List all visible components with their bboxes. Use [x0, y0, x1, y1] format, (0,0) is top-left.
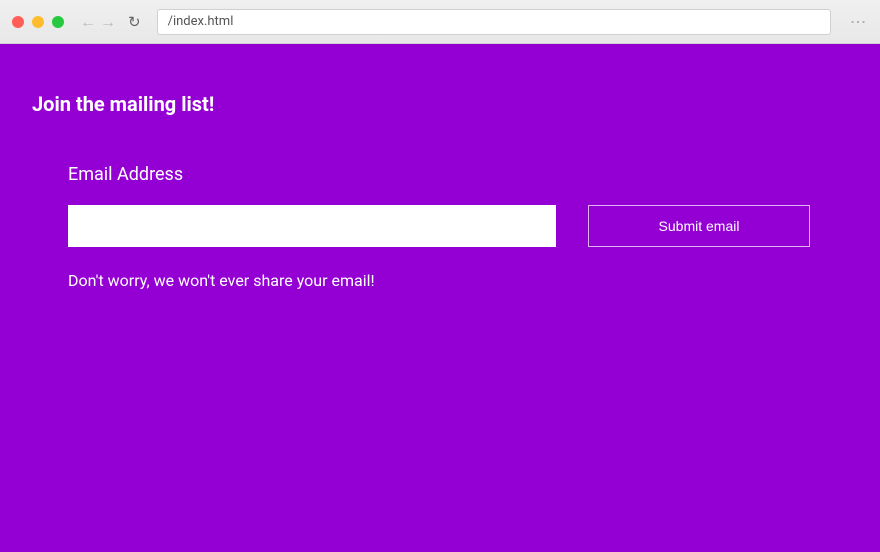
- back-icon[interactable]: ←: [80, 12, 96, 32]
- reload-icon[interactable]: ↻: [128, 13, 141, 31]
- nav-arrows: ← →: [80, 12, 116, 32]
- menu-dots-icon[interactable]: ⋮: [849, 14, 868, 29]
- mailing-list-form: Email Address Submit email Don't worry, …: [32, 164, 848, 290]
- maximize-window-button[interactable]: [52, 16, 64, 28]
- input-row: Submit email: [68, 205, 812, 247]
- email-field[interactable]: [68, 205, 556, 247]
- url-bar[interactable]: /index.html: [157, 9, 831, 35]
- window-controls: [12, 16, 64, 28]
- close-window-button[interactable]: [12, 16, 24, 28]
- page-title: Join the mailing list!: [32, 92, 848, 116]
- submit-email-button[interactable]: Submit email: [588, 205, 810, 247]
- helper-text: Don't worry, we won't ever share your em…: [68, 271, 812, 290]
- submit-button-label: Submit email: [659, 218, 740, 234]
- forward-icon[interactable]: →: [100, 12, 116, 32]
- email-label: Email Address: [68, 164, 812, 185]
- minimize-window-button[interactable]: [32, 16, 44, 28]
- url-text: /index.html: [168, 14, 234, 29]
- page-body: Join the mailing list! Email Address Sub…: [0, 44, 880, 552]
- browser-chrome: ← → ↻ /index.html ⋮: [0, 0, 880, 44]
